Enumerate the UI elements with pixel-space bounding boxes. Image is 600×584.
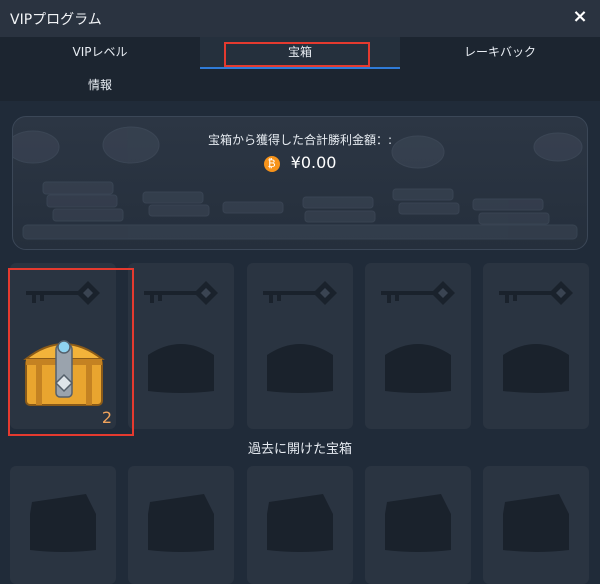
key-icon [381,281,455,305]
key-icon [263,281,337,305]
key-icon [499,281,573,305]
key-icon [144,281,218,305]
tab-rakeback[interactable]: レーキバック [400,37,600,67]
vip-program-dialog: VIPプログラム × VIPレベル 宝箱 レーキバック 情報 宝箱から獲得した合… [0,0,600,584]
total-winnings-label: 宝箱から獲得した合計勝利金額：: [207,133,393,147]
chest-slot-1[interactable]: 2 [10,263,116,429]
opened-chest-icon [267,494,333,552]
treasure-chest-icon [23,340,105,406]
past-chest-slot [365,466,471,584]
past-chest-slot [483,466,589,584]
locked-chest-icon [267,344,333,393]
total-winnings-amount-row: ₿ ¥0.00 [13,153,587,172]
close-button[interactable]: × [570,6,590,28]
chest-slot-4 [365,263,471,429]
chest-slot-5 [483,263,589,429]
locked-chest-icon [503,344,569,393]
locked-chest-icon [385,344,451,393]
total-winnings-amount: ¥0.00 [290,153,337,172]
tab-info[interactable]: 情報 [0,70,200,100]
key-icon [26,281,100,305]
bitcoin-icon: ₿ [263,155,280,172]
dialog-title: VIPプログラム [10,12,102,28]
locked-chest-icon [148,344,214,393]
title-bar: VIPプログラム × [0,0,600,38]
tab-vip-level[interactable]: VIPレベル [0,37,200,67]
opened-chest-icon [30,494,96,552]
opened-chest-icon [385,494,451,552]
chest-slot-2 [128,263,234,429]
past-chest-slot [128,466,234,584]
past-chest-slot [247,466,353,584]
tab-bar: VIPレベル 宝箱 レーキバック 情報 [0,37,600,101]
past-chests-title: 過去に開けた宝箱 [247,442,352,457]
winnings-summary-panel: 宝箱から獲得した合計勝利金額：: ₿ ¥0.00 [12,116,588,250]
opened-chest-icon [503,494,569,552]
tab-treasure-chest[interactable]: 宝箱 [200,37,400,69]
chest-slot-3 [247,263,353,429]
close-icon: × [572,6,588,27]
opened-chest-icon [148,494,214,552]
chest-count: 2 [101,408,112,427]
past-chest-slot [10,466,116,584]
